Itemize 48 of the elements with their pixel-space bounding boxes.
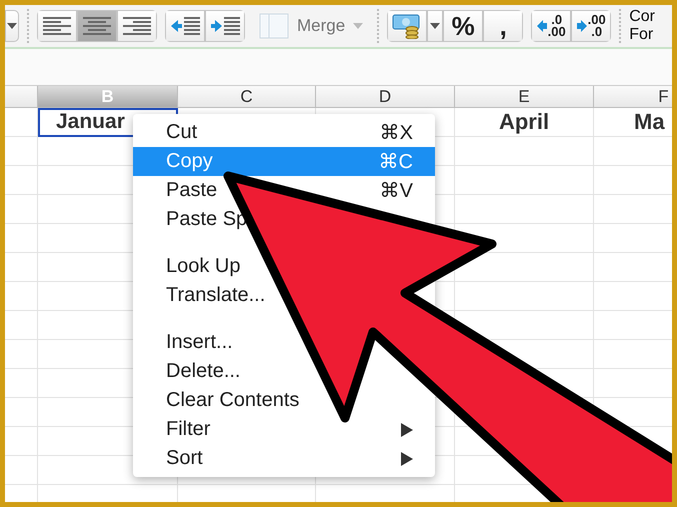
arrow-icon — [536, 20, 547, 32]
conditional-formatting-button[interactable]: Cor For — [629, 8, 660, 44]
table-cell: April — [455, 108, 594, 137]
caret-icon — [430, 23, 440, 29]
currency-button[interactable] — [387, 10, 428, 42]
caret-icon — [353, 23, 364, 29]
column-header[interactable]: E — [455, 86, 594, 108]
align-left-icon — [43, 17, 71, 35]
arrow-icon — [576, 20, 587, 32]
percent-button[interactable]: % — [443, 10, 484, 42]
indent-icon — [210, 17, 240, 35]
shortcut-label: ⌘C — [378, 150, 413, 174]
comma-button[interactable]: , — [483, 10, 524, 42]
shortcut-label: ⌘X — [380, 121, 413, 145]
column-header[interactable]: C — [178, 86, 316, 108]
menu-item-label: Copy — [166, 150, 213, 173]
indent-in-button[interactable] — [205, 10, 245, 42]
menu-item[interactable]: Paste ⌘V — [133, 176, 435, 205]
menu-item[interactable]: Sort — [133, 444, 435, 473]
decrease-decimal-button[interactable]: .00 .0 — [571, 10, 612, 42]
shortcut-label: ⌘V — [380, 179, 413, 203]
increase-decimal-button[interactable]: .0 .00 — [531, 10, 572, 42]
align-center-icon — [83, 17, 111, 35]
menu-item[interactable]: Clear Contents — [133, 386, 435, 415]
align-right-button[interactable] — [117, 10, 157, 42]
indent-out-button[interactable] — [165, 10, 205, 42]
table-cell: Ma — [594, 108, 672, 137]
align-right-icon — [123, 17, 151, 35]
column-header[interactable]: F — [594, 86, 672, 108]
dropdown-button[interactable] — [5, 10, 19, 42]
menu-item-label: Clear Contents — [166, 389, 300, 412]
menu-item-label: Sort — [166, 447, 203, 470]
indent-icon — [170, 17, 200, 35]
caret-icon — [7, 23, 17, 29]
menu-item-label: Paste — [166, 179, 218, 202]
money-icon — [392, 13, 422, 39]
align-center-button[interactable] — [77, 10, 117, 42]
menu-item-label: Filter — [166, 418, 210, 441]
merge-cells-icon — [259, 13, 289, 39]
menu-item[interactable]: Filter — [133, 415, 435, 444]
align-left-button[interactable] — [37, 10, 77, 42]
column-header[interactable]: D — [316, 86, 455, 108]
menu-item-label: Translate... — [166, 284, 266, 307]
menu-item-label: Look Up — [166, 255, 240, 278]
menu-item-label: Insert... — [166, 331, 233, 354]
currency-dropdown-button[interactable] — [427, 10, 444, 42]
row-header — [5, 108, 38, 137]
menu-item-label: Delete... — [166, 360, 240, 383]
